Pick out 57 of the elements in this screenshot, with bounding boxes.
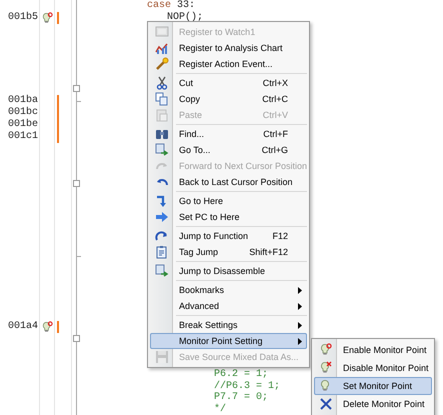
menu-item[interactable]: Monitor Point Setting [150, 333, 307, 349]
address-label: 001c1 [8, 130, 38, 142]
menu-item[interactable]: Go to Here [150, 193, 307, 209]
address-label: 001ba [8, 95, 38, 106]
menu-item[interactable]: Find... Ctrl+F [150, 126, 307, 142]
collapse-toggle[interactable] [73, 180, 80, 188]
lightbulb-icon [41, 321, 53, 333]
curved-arrow-icon [155, 229, 169, 243]
menu-item[interactable]: Jump to Disassemble [150, 263, 307, 279]
menu-item[interactable]: Copy Ctrl+C [150, 91, 307, 107]
submenu-arrow-icon [298, 338, 302, 344]
code-line: //P6.3 = 1; [214, 380, 280, 392]
right-arrow-icon [155, 210, 169, 224]
menu-item[interactable]: Set Monitor Point [314, 377, 432, 395]
address-label: 001a4 [8, 321, 38, 332]
menu-item[interactable]: Go To... Ctrl+G [150, 142, 307, 158]
menu-item[interactable]: Break Settings [150, 317, 307, 333]
menu-item[interactable]: Cut Ctrl+X [150, 75, 307, 91]
submenu-arrow-icon [298, 286, 302, 294]
menu-item[interactable]: Set PC to Here [150, 209, 307, 225]
code-line: case 33: [147, 0, 196, 11]
menu-item[interactable]: Advanced [150, 298, 307, 314]
paste-icon [155, 108, 169, 122]
submenu-arrow-icon [298, 322, 302, 328]
code-line: */ [214, 404, 226, 415]
delete-icon [319, 397, 333, 411]
menu-item[interactable]: Disable Monitor Point [314, 359, 432, 377]
collapse-toggle[interactable] [73, 334, 80, 342]
lightbulb-icon [41, 12, 53, 24]
chart-icon [155, 41, 169, 55]
binoculars-icon [155, 127, 169, 141]
address-label: 001b5 [8, 12, 38, 23]
code-line: P6.2 = 1; [214, 368, 268, 380]
menu-item[interactable]: Enable Monitor Point [314, 341, 432, 359]
wand-icon [155, 57, 169, 71]
scissors-icon [155, 76, 169, 90]
menu-item[interactable]: Jump to Function F12 [150, 228, 307, 244]
menu-item[interactable]: Tag Jump Shift+F12 [150, 244, 307, 260]
menu-item[interactable]: Register Action Event... [150, 56, 307, 72]
page-arrow-icon [155, 264, 169, 278]
menu-item[interactable]: Bookmarks [150, 282, 307, 298]
code-line: P7.7 = 0; [214, 392, 268, 404]
clipboard-icon [155, 245, 169, 259]
address-label: 001bc [8, 107, 38, 118]
bent-arrow-icon [155, 194, 169, 208]
menu-item[interactable]: Back to Last Cursor Position [150, 174, 307, 190]
code-line: NOP(); [167, 12, 204, 23]
menu-item[interactable]: Register to Analysis Chart [150, 40, 307, 56]
collapse-toggle[interactable] [73, 85, 80, 92]
page-arrow-icon [155, 143, 169, 157]
lightbulb-icon [319, 343, 333, 357]
lightbulb-icon [319, 361, 333, 375]
menu-item[interactable]: Delete Monitor Point [314, 395, 432, 413]
submenu-arrow-icon [298, 302, 302, 310]
monitor-icon [155, 25, 169, 39]
address-label: 001be [8, 118, 38, 130]
copy-icon [155, 92, 169, 106]
